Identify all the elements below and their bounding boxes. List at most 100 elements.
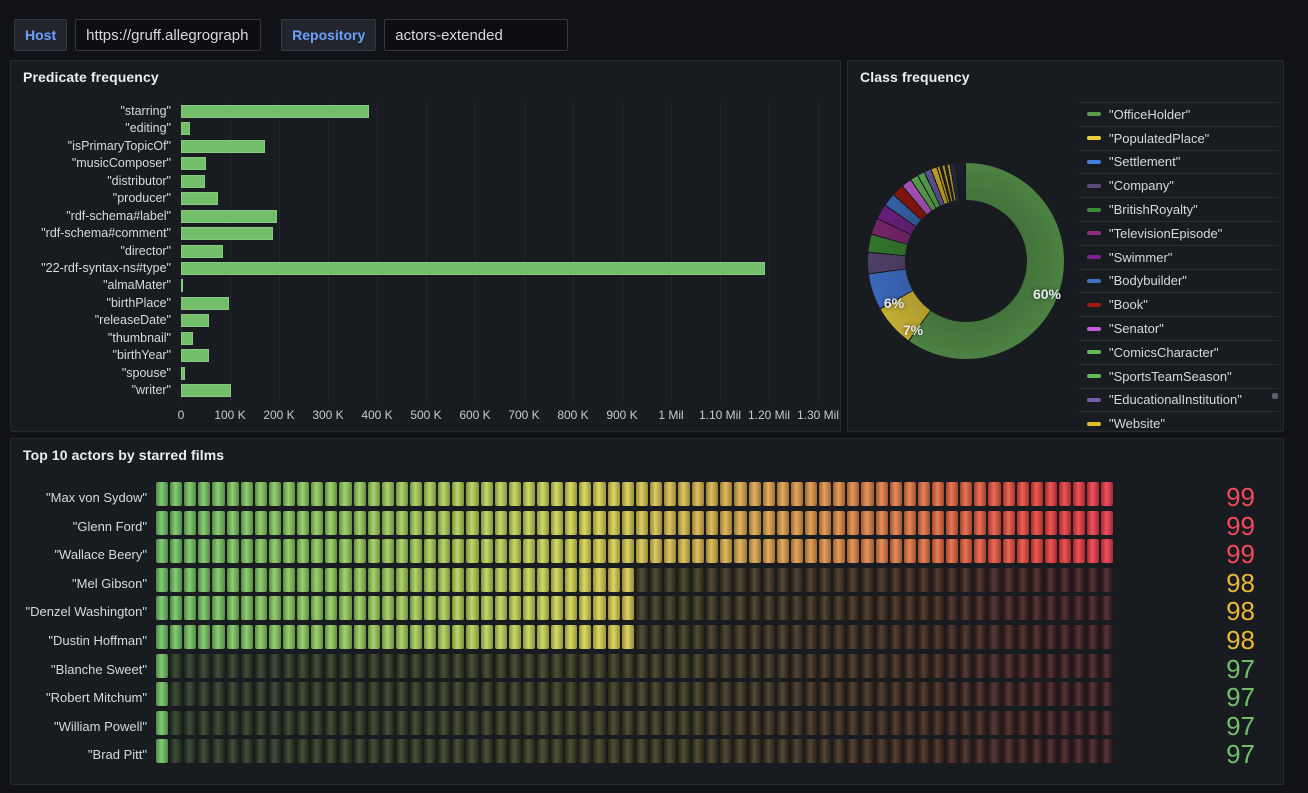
gauge-cell-dim [241, 711, 253, 735]
gauge-cell-lit [847, 511, 859, 535]
gauge-cell-dim [904, 682, 916, 706]
legend-item[interactable]: "Book" [1079, 292, 1279, 316]
legend-item[interactable]: "OfficeHolder" [1079, 102, 1279, 126]
gauge-cell-dim [1101, 711, 1113, 735]
gauge-cell-dim [593, 739, 605, 763]
gauge-cell-lit [1045, 482, 1057, 506]
x-tick-label: 1.20 Mil [748, 408, 790, 422]
legend-scrollbar-thumb[interactable] [1272, 393, 1278, 399]
gauge-cell-dim [551, 739, 563, 763]
host-input[interactable] [75, 19, 261, 51]
bar-row [181, 103, 836, 120]
gauge-cell-dim [805, 568, 817, 592]
gauge-cell-dim [212, 711, 224, 735]
bar [181, 314, 209, 327]
gauge-cell-dim [918, 568, 930, 592]
gauge-cell-lit [960, 539, 972, 563]
gauge-cell-dim [241, 654, 253, 678]
gauge-cell-dim [890, 654, 902, 678]
gauge-cell-dim [1073, 711, 1085, 735]
gauge-cell-lit [946, 482, 958, 506]
gauge-cell-lit [650, 511, 662, 535]
gauge-cell-dim [636, 596, 648, 620]
gauge-cell-dim [255, 654, 267, 678]
legend-item[interactable]: "Settlement" [1079, 150, 1279, 174]
gauge-cell-dim [777, 568, 789, 592]
gauge-cell-dim [212, 682, 224, 706]
gauge-cell-lit [368, 568, 380, 592]
gauge-cell-dim [960, 568, 972, 592]
legend-item[interactable]: "Website" [1079, 411, 1279, 432]
bar-row [181, 120, 836, 137]
legend-item[interactable]: "SportsTeamSeason" [1079, 364, 1279, 388]
gauge-cell-lit [311, 596, 323, 620]
gauge-cell-lit [255, 568, 267, 592]
legend-item[interactable]: "Bodybuilder" [1079, 269, 1279, 293]
gauge-cell-dim [833, 711, 845, 735]
x-tick-label: 0 [178, 408, 185, 422]
x-tick-label: 600 K [459, 408, 490, 422]
gauge-cell-dim [410, 654, 422, 678]
gauge-bar [156, 739, 1113, 763]
legend-label: "Senator" [1109, 321, 1164, 336]
gauge-cell-dim [523, 711, 535, 735]
gauge-cell-dim [988, 739, 1000, 763]
gauge-cell-dim [1045, 711, 1057, 735]
gauge-cell-dim [1059, 739, 1071, 763]
legend-item[interactable]: "Swimmer" [1079, 245, 1279, 269]
actor-value: 97 [1113, 654, 1283, 685]
gauge-cell-lit [156, 654, 168, 678]
gauge-cell-dim [1087, 625, 1099, 649]
legend-item[interactable]: "TelevisionEpisode" [1079, 221, 1279, 245]
gauge-cell-dim [1003, 739, 1015, 763]
gauge-cell-dim [974, 711, 986, 735]
gauge-cell-lit [565, 511, 577, 535]
gauge-cell-lit [255, 596, 267, 620]
gauge-cell-dim [918, 596, 930, 620]
legend-item[interactable]: "PopulatedPlace" [1079, 126, 1279, 150]
gauge-cell-lit [495, 482, 507, 506]
gauge-cell-dim [692, 654, 704, 678]
legend-item[interactable]: "Company" [1079, 173, 1279, 197]
gauge-cell-lit [692, 482, 704, 506]
gauge-cell-lit [523, 625, 535, 649]
gauge-cell-lit [720, 539, 732, 563]
bar [181, 279, 183, 292]
gauge-cell-lit [1031, 511, 1043, 535]
gauge-cell-lit [946, 511, 958, 535]
legend-item[interactable]: "EducationalInstitution" [1079, 388, 1279, 412]
gauge-cell-lit [847, 482, 859, 506]
gauge-cell-dim [749, 568, 761, 592]
gauge-cell-lit [537, 596, 549, 620]
legend-swatch [1087, 231, 1101, 235]
legend-item[interactable]: "BritishRoyalty" [1079, 197, 1279, 221]
gauge-cell-lit [861, 539, 873, 563]
gauge-cell-lit [579, 511, 591, 535]
repository-input[interactable] [384, 19, 568, 51]
gauge-cell-dim [1003, 596, 1015, 620]
gauge-cell-dim [749, 711, 761, 735]
gauge-cell-dim [1017, 568, 1029, 592]
legend-label: "PopulatedPlace" [1109, 131, 1209, 146]
gauge-cell-lit [466, 482, 478, 506]
gauge-cell-lit [918, 482, 930, 506]
gauge-cell-dim [1045, 568, 1057, 592]
bar-row [181, 225, 836, 242]
gauge-cell-lit [184, 625, 196, 649]
gauge-cell-dim [1101, 682, 1113, 706]
gauge-cell-lit [495, 568, 507, 592]
gauge-cell-dim [720, 739, 732, 763]
legend-item[interactable]: "ComicsCharacter" [1079, 340, 1279, 364]
gauge-cell-lit [565, 539, 577, 563]
donut-hole [905, 200, 1027, 322]
gauge-cell-lit [396, 539, 408, 563]
legend-swatch [1087, 374, 1101, 378]
gauge-cell-lit [1059, 539, 1071, 563]
gauge-cell-dim [269, 711, 281, 735]
gauge-cell-lit [212, 539, 224, 563]
gauge-cell-dim [424, 711, 436, 735]
legend-item[interactable]: "Senator" [1079, 316, 1279, 340]
gauge-cell-dim [170, 682, 182, 706]
gauge-cell-dim [819, 568, 831, 592]
gauge-cell-dim [1059, 682, 1071, 706]
